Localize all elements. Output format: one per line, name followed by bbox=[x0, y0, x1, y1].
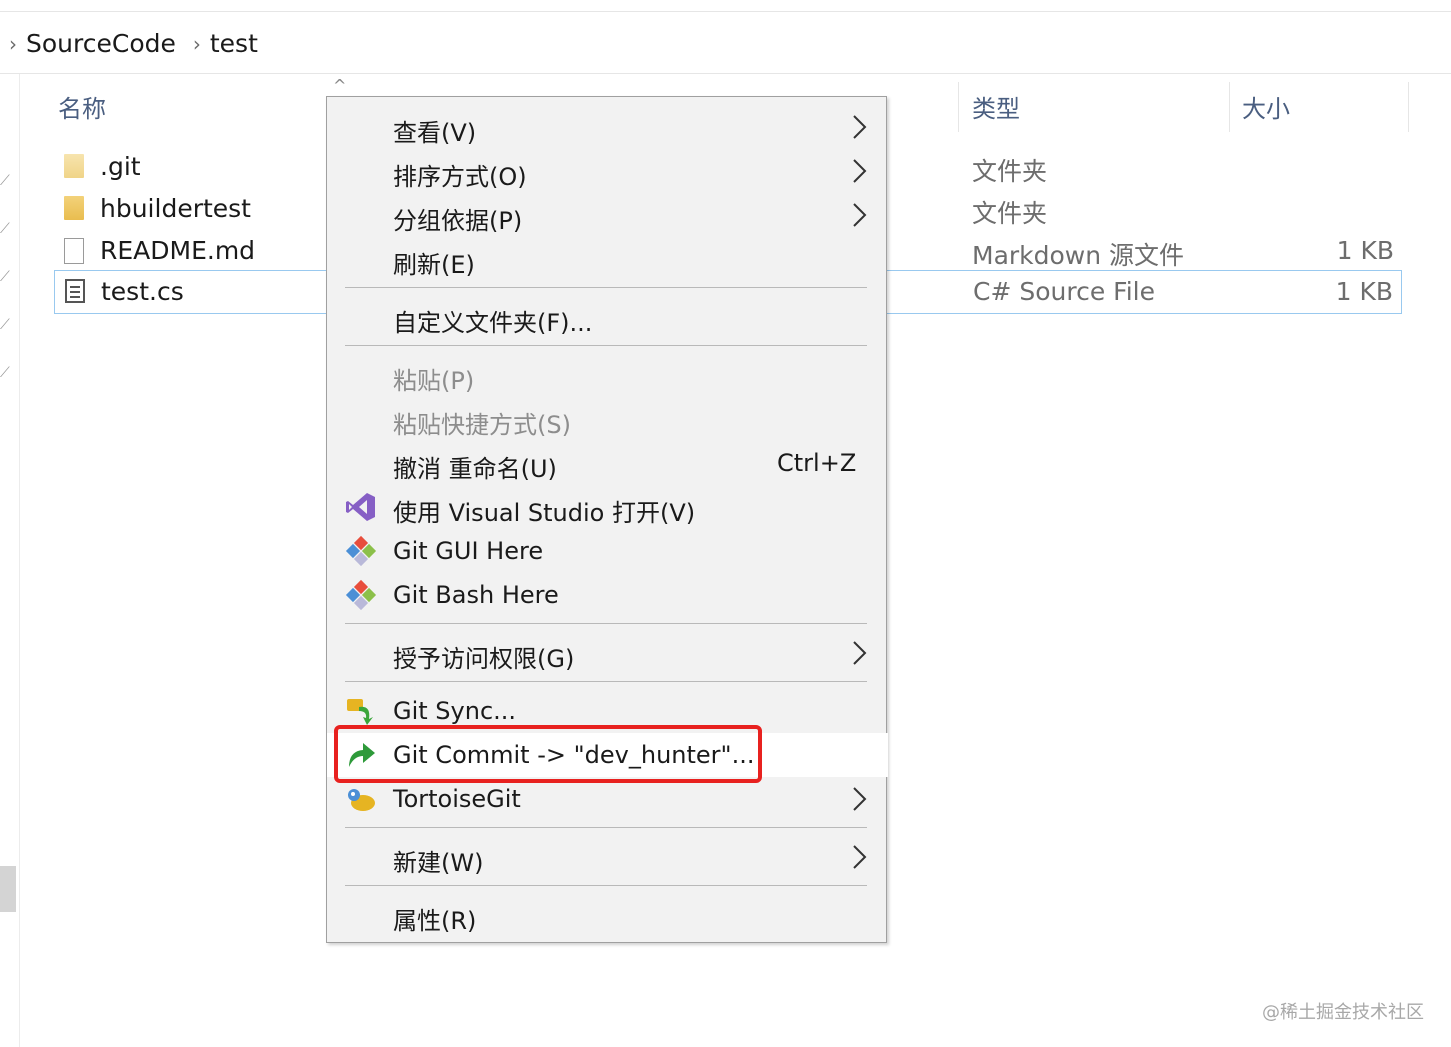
menu-item-git-bash[interactable]: Git Bash Here bbox=[327, 573, 886, 617]
chevron-right-icon bbox=[853, 845, 867, 869]
menu-item-label: 使用 Visual Studio 打开(V) bbox=[393, 499, 696, 527]
menu-item-label: 刷新(E) bbox=[393, 251, 475, 279]
menu-item-tortoisegit[interactable]: TortoiseGit bbox=[327, 777, 886, 821]
column-header-type[interactable]: 类型 bbox=[972, 80, 1020, 132]
menu-item-paste: 粘贴(P) bbox=[327, 353, 886, 397]
menu-item-label: 粘贴(P) bbox=[393, 367, 475, 395]
pin-icon: ⟋ bbox=[0, 365, 10, 381]
file-name: hbuildertest bbox=[100, 194, 251, 223]
menu-item-sort[interactable]: 排序方式(O) bbox=[327, 149, 886, 193]
folder-icon bbox=[64, 196, 86, 222]
visual-studio-icon bbox=[346, 493, 375, 521]
file-type: C# Source File bbox=[973, 277, 1155, 306]
breadcrumb-item-sourcecode[interactable]: SourceCode bbox=[26, 29, 176, 58]
menu-item-label: Git Sync... bbox=[393, 697, 517, 725]
menu-separator bbox=[345, 623, 867, 624]
menu-item-grant-access[interactable]: 授予访问权限(G) bbox=[327, 631, 886, 675]
file-type: 文件夹 bbox=[972, 157, 1048, 186]
menu-item-label: 授予访问权限(G) bbox=[393, 645, 575, 673]
menu-item-undo-rename[interactable]: 撤消 重命名(U) Ctrl+Z bbox=[327, 441, 886, 485]
menu-item-properties[interactable]: 属性(R) bbox=[327, 893, 886, 937]
file-size: 1 KB bbox=[1335, 277, 1393, 306]
menu-item-open-visual-studio[interactable]: 使用 Visual Studio 打开(V) bbox=[327, 485, 886, 529]
highlight-annotation-box bbox=[334, 725, 762, 783]
menu-separator bbox=[345, 827, 867, 828]
breadcrumb-item-test[interactable]: test bbox=[210, 29, 258, 58]
cs-file-icon bbox=[65, 279, 87, 305]
menu-item-view[interactable]: 查看(V) bbox=[327, 105, 886, 149]
file-type: 文件夹 bbox=[972, 199, 1048, 228]
menu-item-label: 粘贴快捷方式(S) bbox=[393, 411, 571, 439]
pin-icon: ⟋ bbox=[0, 317, 10, 333]
chevron-right-icon bbox=[853, 641, 867, 665]
breadcrumb: › SourceCode › test bbox=[0, 14, 1451, 74]
column-divider[interactable] bbox=[1229, 82, 1230, 132]
chevron-right-icon bbox=[853, 787, 867, 811]
menu-item-label: 属性(R) bbox=[393, 907, 477, 935]
menu-separator bbox=[345, 345, 867, 346]
git-gui-icon bbox=[345, 535, 377, 567]
menu-item-label: 撤消 重命名(U) bbox=[393, 455, 557, 483]
chevron-right-icon bbox=[853, 159, 867, 183]
context-menu: 查看(V) 排序方式(O) 分组依据(P) 刷新(E) 自定义文件夹(F)...… bbox=[326, 96, 888, 943]
menu-item-label: 分组依据(P) bbox=[393, 207, 523, 235]
menu-item-paste-shortcut: 粘贴快捷方式(S) bbox=[327, 397, 886, 441]
pin-icon: ⟋ bbox=[0, 221, 10, 237]
sort-ascending-icon: ^ bbox=[333, 76, 347, 95]
pin-icon: ⟋ bbox=[0, 173, 10, 189]
menu-item-customize-folder[interactable]: 自定义文件夹(F)... bbox=[327, 295, 886, 339]
chevron-right-icon bbox=[853, 115, 867, 139]
menu-item-label: 排序方式(O) bbox=[393, 163, 527, 191]
menu-item-group[interactable]: 分组依据(P) bbox=[327, 193, 886, 237]
file-size: 1 KB bbox=[1336, 236, 1394, 265]
column-header-size[interactable]: 大小 bbox=[1242, 80, 1290, 132]
file-name: .git bbox=[100, 152, 141, 181]
git-bash-icon bbox=[345, 579, 377, 611]
menu-item-label: 自定义文件夹(F)... bbox=[393, 309, 593, 337]
file-type: Markdown 源文件 bbox=[972, 241, 1185, 270]
folder-icon bbox=[64, 154, 86, 180]
menu-separator bbox=[345, 885, 867, 886]
menu-item-new[interactable]: 新建(W) bbox=[327, 835, 886, 879]
title-strip bbox=[0, 0, 1451, 12]
file-name: test.cs bbox=[101, 277, 184, 306]
menu-item-label: 查看(V) bbox=[393, 119, 477, 147]
menu-item-label: Git Bash Here bbox=[393, 581, 559, 609]
menu-item-shortcut: Ctrl+Z bbox=[777, 449, 857, 477]
tortoisegit-icon bbox=[348, 789, 375, 811]
chevron-right-icon[interactable]: › bbox=[0, 32, 26, 56]
chevron-right-icon[interactable]: › bbox=[184, 32, 210, 56]
git-sync-icon bbox=[347, 699, 373, 725]
menu-separator bbox=[345, 287, 867, 288]
scrollbar-thumb[interactable] bbox=[0, 866, 16, 912]
watermark: @稀土掘金技术社区 bbox=[1262, 1002, 1424, 1023]
menu-item-git-gui[interactable]: Git GUI Here bbox=[327, 529, 886, 573]
menu-item-label: 新建(W) bbox=[393, 849, 484, 877]
menu-separator bbox=[345, 681, 867, 682]
pin-icon: ⟋ bbox=[0, 269, 10, 285]
column-header-name[interactable]: 名称 bbox=[58, 80, 106, 132]
column-divider[interactable] bbox=[1408, 82, 1409, 132]
file-icon bbox=[64, 238, 86, 264]
file-name: README.md bbox=[100, 236, 256, 265]
menu-item-refresh[interactable]: 刷新(E) bbox=[327, 237, 886, 281]
menu-item-label: Git GUI Here bbox=[393, 537, 544, 565]
column-divider[interactable] bbox=[958, 82, 959, 132]
menu-item-label: TortoiseGit bbox=[393, 785, 521, 813]
chevron-right-icon bbox=[853, 203, 867, 227]
